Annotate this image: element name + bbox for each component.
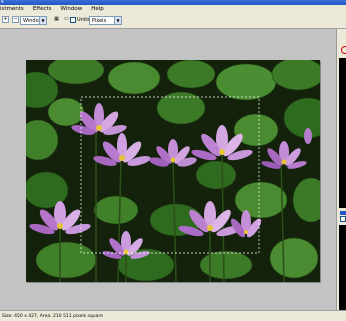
zoom-select[interactable]: Window ▼ [20, 16, 47, 25]
units-select-value: Pixels [92, 17, 107, 24]
units-select[interactable]: Pixels ▼ [89, 16, 122, 25]
grid-icon[interactable]: ▦ [53, 16, 60, 23]
menu-adjustments[interactable]: istments [0, 6, 24, 12]
toolbar: + − Window ▼ ▦ ▭ Units: Pixels ▼ [0, 13, 346, 29]
image-canvas[interactable] [26, 60, 320, 282]
panel-titlebar [340, 211, 346, 215]
zoom-out-icon: − [13, 16, 18, 22]
record-icon[interactable] [341, 46, 346, 54]
zoom-out-button[interactable]: − [12, 16, 19, 23]
flower-bud [304, 128, 312, 144]
zoom-in-button[interactable]: + [2, 16, 9, 23]
canvas-workspace[interactable] [0, 29, 336, 310]
ruler-icon[interactable]: ▭ [63, 16, 70, 23]
panel-checkbox[interactable] [340, 216, 346, 222]
zoom-in-icon: + [3, 16, 8, 22]
menu-help[interactable]: Help [91, 6, 104, 12]
layers-panel[interactable] [339, 225, 346, 320]
menu-effects[interactable]: Effects [33, 6, 52, 12]
status-bar: Size: 450 x 427, Area: 210 511 pixels sq… [0, 310, 346, 321]
navigator-panel[interactable] [339, 58, 346, 208]
chevron-down-icon: ▼ [39, 17, 46, 24]
chevron-down-icon: ▼ [114, 17, 121, 24]
side-panel [336, 29, 346, 320]
units-checkbox[interactable] [70, 17, 76, 23]
lotus-photo [26, 60, 320, 282]
menu-window[interactable]: Window [61, 6, 83, 12]
status-text: Size: 450 x 427, Area: 210 511 pixels sq… [2, 313, 103, 319]
